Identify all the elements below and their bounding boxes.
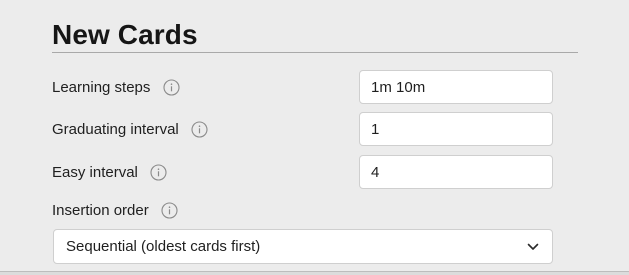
learning-steps-input[interactable] xyxy=(359,70,553,104)
learning-steps-label: Learning steps xyxy=(52,78,151,96)
insertion-order-select[interactable]: Sequential (oldest cards first) xyxy=(53,229,553,264)
easy-interval-row: Easy interval xyxy=(52,161,168,183)
info-icon[interactable] xyxy=(191,120,209,138)
graduating-interval-label: Graduating interval xyxy=(52,120,179,138)
info-icon[interactable] xyxy=(162,78,180,96)
easy-interval-input[interactable] xyxy=(359,155,553,189)
easy-interval-label: Easy interval xyxy=(52,163,138,181)
info-icon[interactable] xyxy=(150,163,168,181)
insertion-order-label: Insertion order xyxy=(52,201,149,219)
title-divider xyxy=(52,52,578,53)
info-icon[interactable] xyxy=(161,201,179,219)
deck-options-panel: New Cards Learning steps Graduating inte… xyxy=(0,0,629,275)
insertion-order-row: Insertion order xyxy=(52,199,179,221)
panel-bottom-edge xyxy=(0,271,629,275)
section-title: New Cards xyxy=(52,19,198,50)
graduating-interval-row: Graduating interval xyxy=(52,118,209,140)
graduating-interval-input[interactable] xyxy=(359,112,553,146)
chevron-down-icon xyxy=(526,240,540,254)
learning-steps-row: Learning steps xyxy=(52,76,180,98)
insertion-order-selected-value: Sequential (oldest cards first) xyxy=(66,238,261,255)
